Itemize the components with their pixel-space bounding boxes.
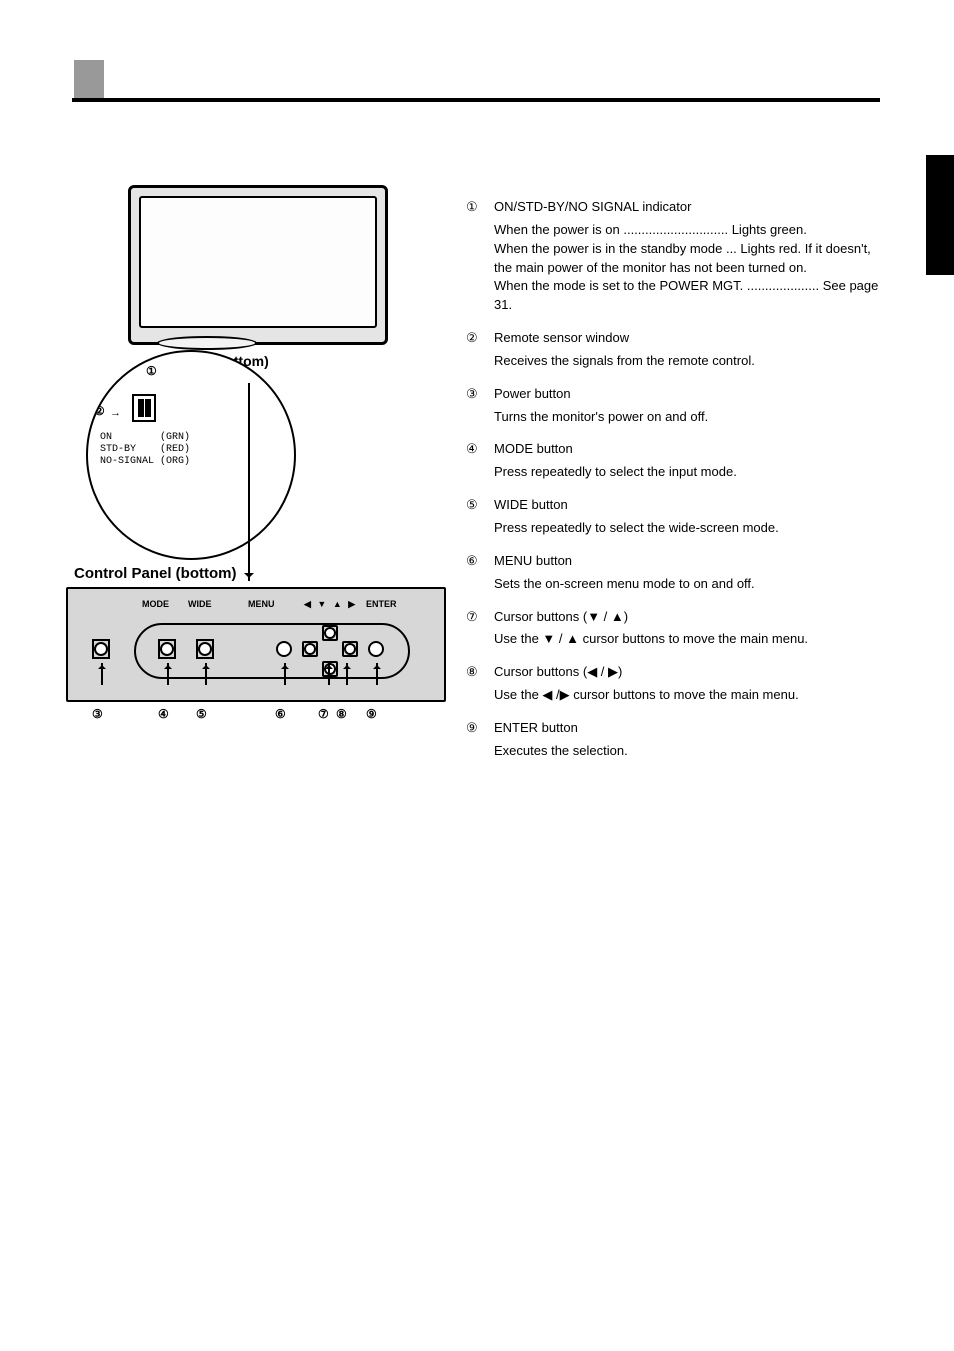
item-num: ① [466, 198, 494, 315]
list-item: ⑥ MENU button Sets the on-screen menu mo… [466, 552, 886, 594]
item-title: MENU button [494, 553, 572, 568]
pn6: ⑥ [275, 707, 286, 721]
item-body: Turns the monitor's power on and off. [494, 408, 886, 427]
indicator-legend: ON (GRN) STD-BY (RED) NO-SIGNAL (ORG) [100, 432, 190, 468]
description-column: ① ON/STD-BY/NO SIGNAL indicator When the… [466, 198, 886, 775]
item-title: WIDE button [494, 497, 568, 512]
control-panel: MODE WIDE MENU ◀ ▼ ▲ ▶ ENTER [66, 587, 446, 702]
item-num: ⑥ [466, 552, 494, 594]
item-title: Cursor buttons (▼ / ▲) [494, 609, 628, 624]
enter-button[interactable] [368, 641, 384, 657]
diagram-area: (bottom) ① ② → ON (GRN) STD-BY (RED) NO-… [110, 185, 440, 345]
list-item: ② Remote sensor window Receives the sign… [466, 329, 886, 371]
list-item: ⑧ Cursor buttons (◀ / ▶) Use the ◀ /▶ cu… [466, 663, 886, 705]
label-arrows: ◀ ▼ ▲ ▶ [304, 599, 366, 610]
label-menu: MENU [248, 599, 304, 610]
right-button[interactable] [342, 641, 358, 657]
item-title: Power button [494, 386, 571, 401]
list-item: ⑨ ENTER button Executes the selection. [466, 719, 886, 761]
panel-label-row: MODE WIDE MENU ◀ ▼ ▲ ▶ ENTER [68, 599, 444, 610]
leader-arrow [248, 383, 250, 581]
item-num: ⑨ [466, 719, 494, 761]
list-item: ③ Power button Turns the monitor's power… [466, 385, 886, 427]
item-num: ⑦ [466, 608, 494, 650]
left-button[interactable] [302, 641, 318, 657]
tv-outline [128, 185, 388, 345]
item-num: ⑤ [466, 496, 494, 538]
menu-button[interactable] [276, 641, 292, 657]
item-num: ⑧ [466, 663, 494, 705]
label-mode: MODE [142, 599, 188, 610]
arrow-icon: → [110, 407, 121, 419]
item-num: ③ [466, 385, 494, 427]
pn3: ③ [92, 707, 103, 721]
power-button[interactable] [92, 639, 110, 659]
item-title: MODE button [494, 441, 573, 456]
item-num: ② [466, 329, 494, 371]
item-body: Receives the signals from the remote con… [494, 352, 886, 371]
header-rule [72, 98, 880, 102]
sensor-graphic [132, 394, 156, 422]
label-enter: ENTER [366, 599, 406, 610]
leader-lines [68, 663, 444, 703]
pn5: ⑤ [196, 707, 207, 721]
callout-num-2: ② [94, 404, 105, 418]
page-edge-tab [926, 155, 954, 275]
list-item: ⑤ WIDE button Press repeatedly to select… [466, 496, 886, 538]
item-body: Use the ▼ / ▲ cursor buttons to move the… [494, 630, 886, 649]
item-title: ENTER button [494, 720, 578, 735]
item-body: Use the ◀ /▶ cursor buttons to move the … [494, 686, 886, 705]
tv-screen [139, 196, 377, 328]
tv-callout-ellipse [157, 336, 257, 350]
item-body: Press repeatedly to select the input mod… [494, 463, 886, 482]
list-item: ④ MODE button Press repeatedly to select… [466, 440, 886, 482]
item-body: When the power is on ...................… [494, 221, 886, 315]
wide-button[interactable] [196, 639, 214, 659]
item-body: Press repeatedly to select the wide-scre… [494, 519, 886, 538]
control-panel-title: Control Panel (bottom) [74, 565, 236, 582]
pn4: ④ [158, 707, 169, 721]
item-title: Remote sensor window [494, 330, 629, 345]
item-body: Sets the on-screen menu mode to on and o… [494, 575, 886, 594]
label-wide: WIDE [188, 599, 248, 610]
callout-num-1: ① [146, 364, 157, 378]
list-item: ① ON/STD-BY/NO SIGNAL indicator When the… [466, 198, 886, 315]
pn7: ⑦ [318, 707, 329, 721]
pn8: ⑧ [336, 707, 347, 721]
list-item: ⑦ Cursor buttons (▼ / ▲) Use the ▼ / ▲ c… [466, 608, 886, 650]
pn9: ⑨ [366, 707, 377, 721]
mode-button[interactable] [158, 639, 176, 659]
item-title: Cursor buttons (◀ / ▶) [494, 664, 622, 679]
item-title: ON/STD-BY/NO SIGNAL indicator [494, 199, 691, 214]
item-body: Executes the selection. [494, 742, 886, 761]
header-accent-block [74, 60, 104, 100]
up-button[interactable] [322, 625, 338, 641]
zoom-circle: ① ② → ON (GRN) STD-BY (RED) NO-SIGNAL (O… [86, 350, 296, 560]
item-num: ④ [466, 440, 494, 482]
